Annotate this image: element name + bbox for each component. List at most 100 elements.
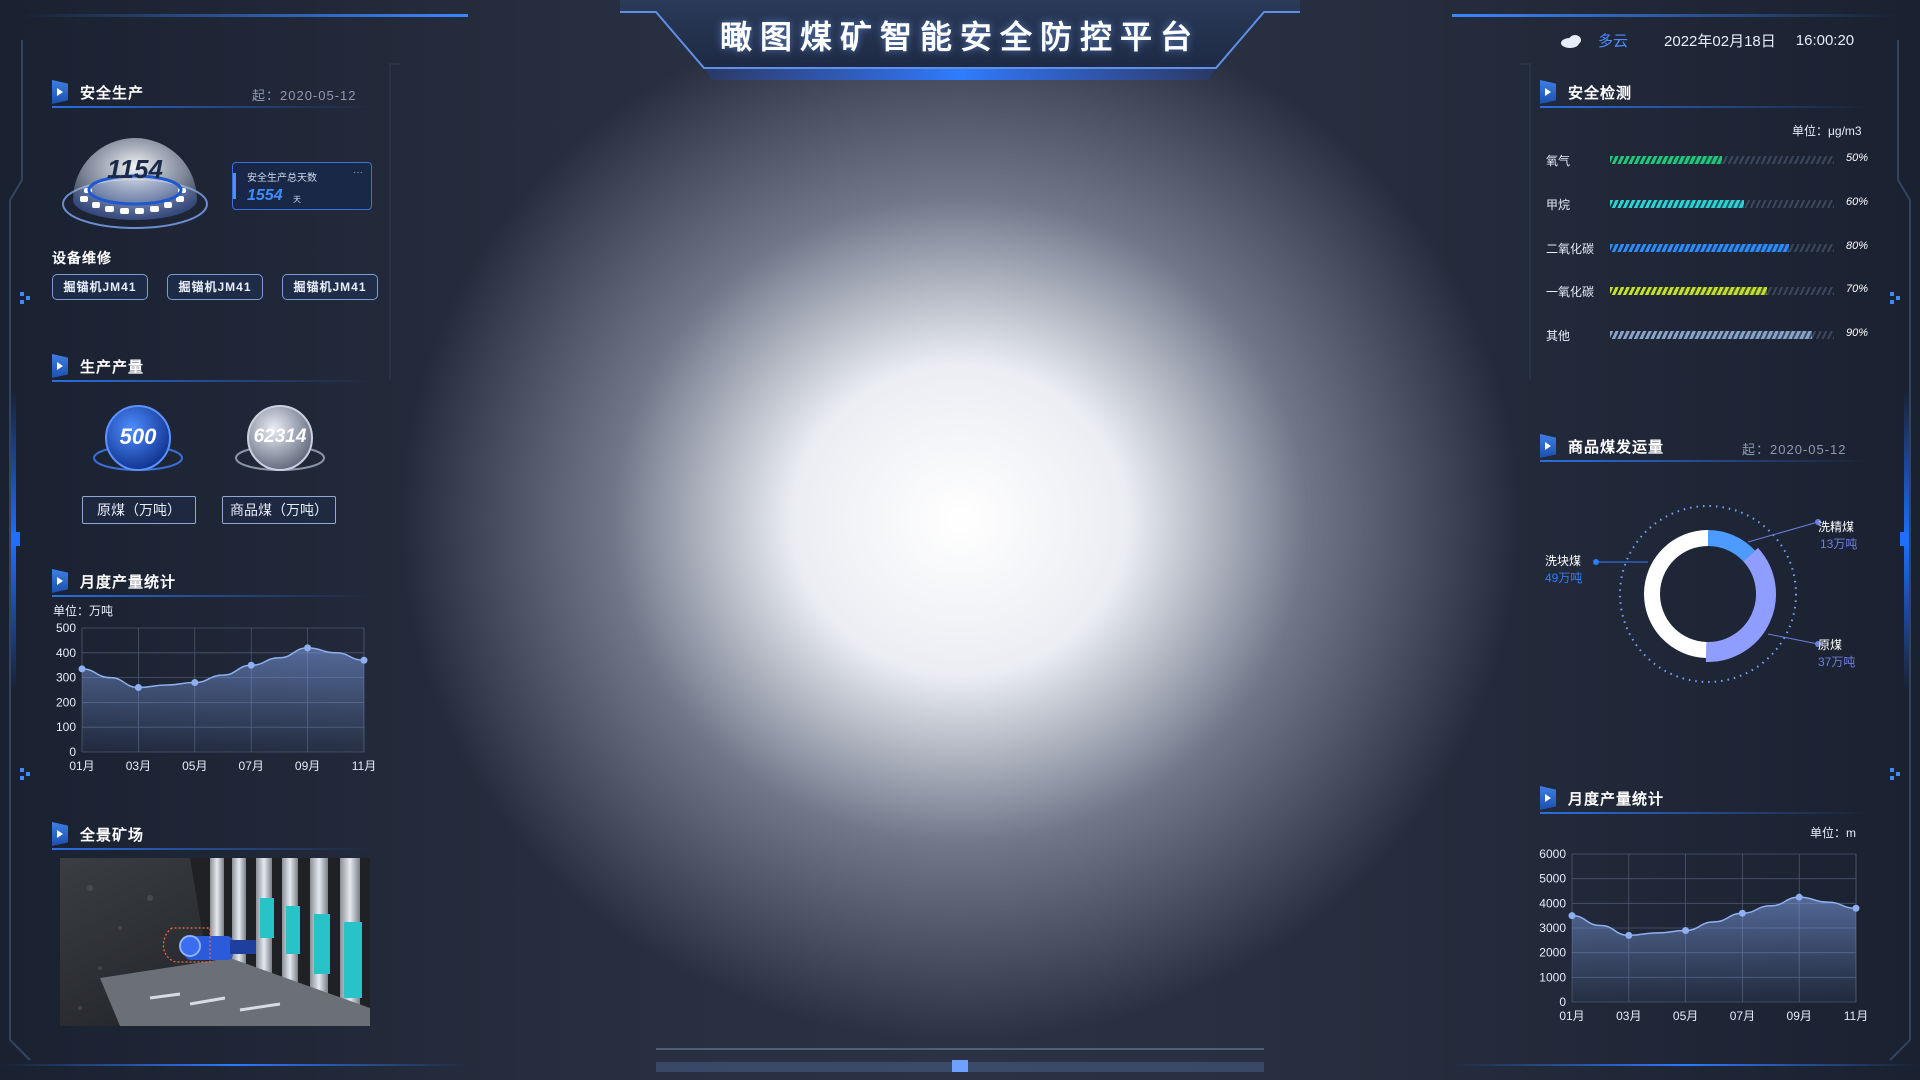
y-tick-label: 100: [56, 720, 76, 734]
shipment-donut-chart: 洗精煤 13万吨 原煤 37万吨 洗块煤 49万吨: [1540, 496, 1880, 696]
gas-bar-fill: [1610, 244, 1790, 252]
panel-underline: [52, 595, 372, 597]
monthly-output-chart-right: 0 1000 2000 3000 4000 5000 6000 01月 03月 05月 07月 09月…: [1530, 842, 1880, 1028]
panel-header: 月度产量统计: [1540, 784, 1664, 812]
gas-row: 其他 90%: [1546, 325, 1876, 345]
equipment-button[interactable]: 掘锚机JM41: [52, 274, 148, 300]
legend-value: 37万吨: [1818, 655, 1856, 669]
gas-row: 二氧化碳 80%: [1546, 238, 1876, 258]
gas-percent: 60%: [1846, 196, 1869, 208]
x-tick-label: 07月: [239, 759, 264, 773]
data-point: [1738, 909, 1746, 917]
gas-name: 其他: [1546, 329, 1571, 343]
equipment-button[interactable]: 掘锚机JM41: [282, 274, 378, 300]
gas-row: 氧气 50%: [1546, 150, 1876, 170]
raw-coal-value: 500: [119, 424, 157, 449]
gas-percent: 80%: [1846, 240, 1869, 252]
weather-text: 多云: [1598, 33, 1629, 50]
total-days-unit: 天: [293, 195, 301, 204]
leader-line: [1747, 521, 1819, 543]
x-tick-label: 09月: [295, 759, 320, 773]
data-point: [1682, 926, 1690, 934]
donut-slice: [1644, 530, 1709, 658]
panel-underline: [1540, 106, 1870, 108]
current-date: 2022年02月18日: [1664, 33, 1776, 50]
legend-value: 49万吨: [1545, 571, 1583, 585]
y-tick-label: 500: [56, 621, 76, 635]
panel-header: 全景矿场: [52, 820, 144, 848]
equipment-maintenance-label: 设备维修: [52, 250, 112, 266]
x-tick-label: 11月: [1844, 1009, 1868, 1023]
leader-line: [1767, 633, 1819, 645]
y-tick-label: 6000: [1539, 847, 1566, 861]
commercial-coal-value: 62314: [253, 426, 307, 447]
bottom-divider: [656, 1048, 1264, 1050]
data-point: [247, 661, 255, 669]
legend-value: 13万吨: [1820, 537, 1858, 551]
y-tick-label: 200: [56, 695, 76, 709]
area-fill: [1572, 897, 1856, 1002]
y-tick-label: 4000: [1539, 896, 1566, 910]
panel-underline: [1540, 460, 1870, 462]
leader-dot: [1593, 559, 1599, 565]
panel-header: 安全生产: [52, 78, 144, 106]
y-tick-label: 0: [1559, 995, 1566, 1009]
total-safe-days-card: 安全生产总天数 1554 天 ···: [232, 162, 372, 210]
y-tick-label: 3000: [1539, 921, 1566, 935]
raw-coal-orb: 500: [90, 398, 186, 478]
panel-arrow-icon: [1540, 80, 1556, 104]
gas-percent: 50%: [1846, 152, 1869, 164]
gas-bar-track: [1610, 200, 1834, 208]
panel-header: 商品煤发运量: [1540, 432, 1664, 460]
equipment-button[interactable]: 掘锚机JM41: [167, 274, 263, 300]
panel-arrow-icon: [52, 80, 68, 104]
panel-title: 安全生产: [80, 84, 145, 102]
panel-title: 全景矿场: [80, 826, 145, 844]
data-point: [1568, 912, 1576, 920]
gas-bar-fill: [1610, 331, 1812, 339]
x-tick-label: 03月: [1616, 1009, 1641, 1023]
commercial-coal-label: 商品煤（万吨）: [222, 496, 336, 524]
panel-title: 生产产量: [80, 358, 145, 376]
panel-arrow-icon: [1540, 786, 1556, 810]
safety-days-dome: 1154: [60, 124, 210, 234]
gas-row: 甲烷 60%: [1546, 194, 1876, 214]
card-accent-bar: [233, 173, 236, 199]
start-date: 起：2020-05-12: [1742, 442, 1847, 457]
data-point: [1625, 931, 1633, 939]
detection-unit-label: 单位：μg/m3: [1792, 124, 1862, 138]
panel-underline: [52, 380, 372, 382]
panel-arrow-icon: [52, 354, 68, 378]
gas-bar-track: [1610, 156, 1834, 164]
page-title: 瞰图煤矿智能安全防控平台: [719, 19, 1200, 55]
gas-name: 一氧化碳: [1546, 285, 1595, 299]
gas-bar-fill: [1610, 156, 1722, 164]
gas-row: 一氧化碳 70%: [1546, 281, 1876, 301]
raw-coal-label: 原煤（万吨）: [82, 496, 196, 524]
bottom-scrollbar-thumb[interactable]: [952, 1060, 968, 1072]
data-point: [191, 679, 199, 687]
x-tick-label: 07月: [1730, 1009, 1755, 1023]
total-days-value: 1554: [247, 187, 283, 204]
gas-bar-fill: [1610, 287, 1767, 295]
data-point: [304, 644, 312, 652]
mine-panorama-image[interactable]: [60, 858, 370, 1026]
y-tick-label: 400: [56, 646, 76, 660]
chart-unit-label: 单位：m: [1810, 826, 1856, 840]
y-tick-label: 300: [56, 671, 76, 685]
total-days-label: 安全生产总天数: [247, 173, 317, 184]
gas-bar-track: [1610, 244, 1834, 252]
data-point: [1795, 893, 1803, 901]
panel-title: 安全检测: [1568, 84, 1633, 102]
data-point: [1852, 904, 1860, 912]
gas-bar-track: [1610, 287, 1834, 295]
chart-unit-label: 单位：万吨: [53, 604, 114, 618]
start-date: 起：2020-05-12: [252, 88, 357, 103]
data-point: [134, 684, 142, 692]
panel-underline: [52, 106, 372, 108]
more-icon[interactable]: ···: [353, 167, 363, 178]
dome-value: 1154: [107, 154, 163, 184]
panel-header: 生产产量: [52, 352, 144, 380]
line-chart: 0 1000 2000 3000 4000 5000 6000 01月 03月 05月 07月 09月…: [1539, 847, 1868, 1023]
area-fill: [82, 647, 364, 752]
